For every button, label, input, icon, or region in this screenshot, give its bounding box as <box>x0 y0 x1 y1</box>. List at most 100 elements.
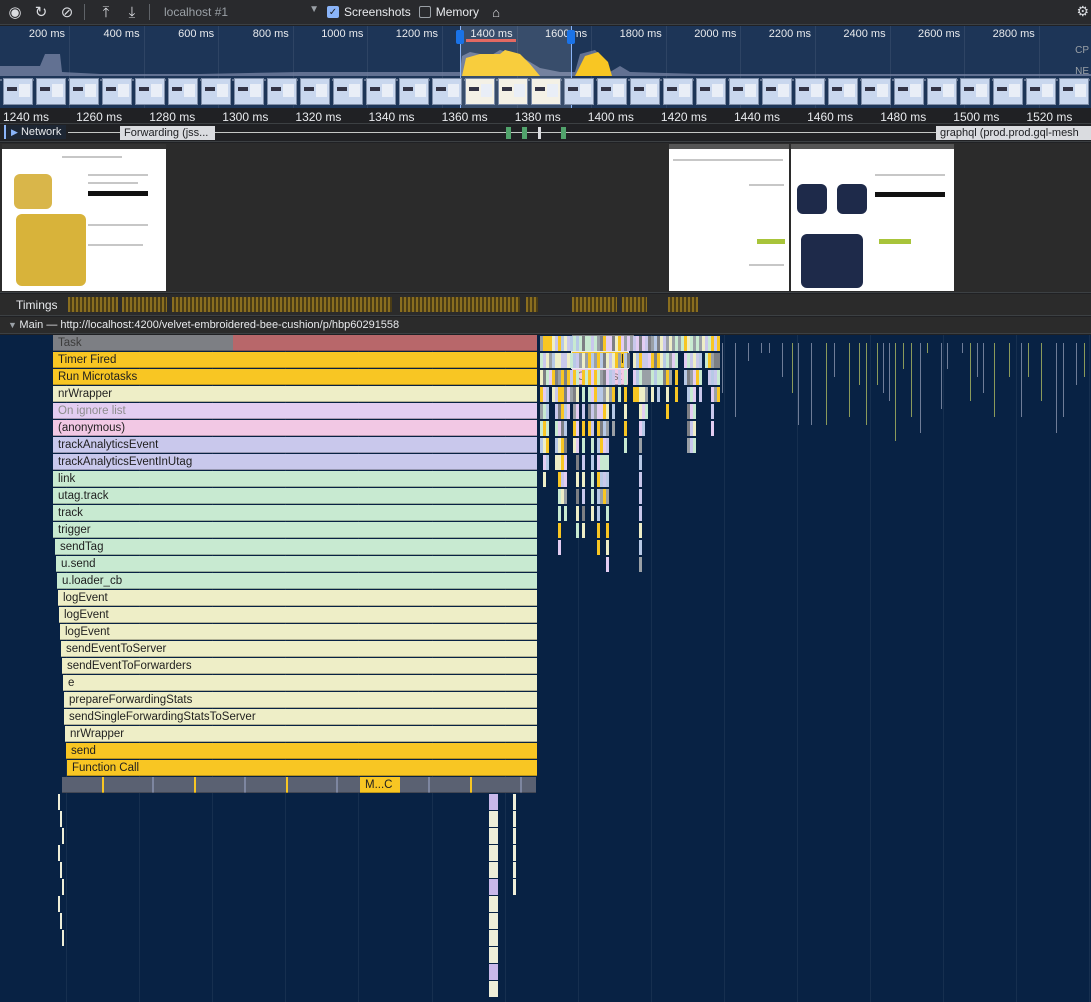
flame-slice[interactable] <box>699 353 702 368</box>
flame-slice[interactable] <box>558 506 561 521</box>
flame-slice[interactable] <box>624 387 627 402</box>
flame-slice[interactable] <box>606 506 609 521</box>
flame-slice[interactable] <box>606 523 609 538</box>
overview-thumbnail[interactable] <box>267 78 297 105</box>
network-request[interactable] <box>561 127 566 139</box>
overview-thumbnail[interactable] <box>531 78 561 105</box>
flame-slice[interactable] <box>606 557 609 572</box>
flame-slice[interactable] <box>513 862 516 878</box>
flame-slice[interactable] <box>591 455 594 470</box>
flame-slice[interactable] <box>591 506 594 521</box>
flame-slice[interactable] <box>735 343 736 417</box>
flame-frame[interactable]: track <box>53 505 537 521</box>
overview-thumbnail[interactable] <box>465 78 495 105</box>
record-icon[interactable]: ◉ <box>4 1 26 23</box>
flame-slice[interactable] <box>717 387 720 402</box>
flame-slice[interactable] <box>962 343 963 353</box>
flame-slice[interactable] <box>513 828 516 844</box>
flame-slice[interactable] <box>564 421 567 436</box>
flame-slice[interactable] <box>675 387 678 402</box>
flame-slice[interactable] <box>627 353 630 368</box>
flame-slice[interactable] <box>558 540 561 555</box>
flame-slice[interactable] <box>582 387 585 402</box>
flame-slice[interactable] <box>903 343 904 369</box>
flame-slice[interactable] <box>947 343 948 369</box>
network-request[interactable] <box>522 127 527 139</box>
timing-mark[interactable] <box>622 297 647 312</box>
flame-slice[interactable] <box>849 343 850 417</box>
overview-thumbnail[interactable] <box>366 78 396 105</box>
flame-frame[interactable]: Run Microtasks <box>53 369 537 385</box>
flame-slice[interactable] <box>639 472 642 487</box>
clear-icon[interactable]: ⊘ <box>56 1 78 23</box>
flame-slice[interactable] <box>911 343 912 417</box>
network-request-graphql[interactable]: graphql (prod.prod.gql-mesh <box>936 126 1091 140</box>
flame-slice[interactable] <box>699 387 702 402</box>
flame-slice[interactable] <box>1009 343 1010 377</box>
flame-slice[interactable] <box>711 404 714 419</box>
flame-chart[interactable]: Task Timer Fired Run Microtasks nrWrapper On… <box>0 335 1091 1002</box>
flame-slice[interactable] <box>769 343 770 353</box>
flame-slice[interactable] <box>58 845 60 861</box>
overview-thumbnail[interactable] <box>696 78 726 105</box>
flame-slice[interactable] <box>564 438 567 453</box>
flame-slice[interactable] <box>489 981 498 997</box>
overview-thumbnail[interactable] <box>1059 78 1089 105</box>
flame-slice[interactable] <box>62 930 64 946</box>
flame-slice[interactable] <box>546 438 549 453</box>
flame-slice[interactable] <box>834 343 835 377</box>
flame-slice[interactable] <box>606 455 609 470</box>
flame-slice[interactable] <box>624 370 627 385</box>
main-thread-header[interactable]: ▼ Main — http://localhost:4200/velvet-em… <box>0 317 1091 334</box>
flame-frame[interactable]: Timer Fired <box>53 352 537 368</box>
flame-slice[interactable] <box>624 421 627 436</box>
memory-checkbox[interactable]: Memory <box>418 5 479 19</box>
broom-icon[interactable]: ⌂ <box>485 1 507 23</box>
overview-thumbnail[interactable] <box>762 78 792 105</box>
flame-slice[interactable] <box>811 343 812 425</box>
flame-slice[interactable] <box>983 343 984 393</box>
flame-slice[interactable] <box>624 438 627 453</box>
flame-slice[interactable] <box>60 862 62 878</box>
flame-slice[interactable] <box>618 387 621 402</box>
flame-slice[interactable] <box>591 438 594 453</box>
network-request[interactable] <box>506 127 511 139</box>
overview-thumbnail[interactable] <box>630 78 660 105</box>
flame-slice[interactable] <box>941 343 942 409</box>
flame-slice[interactable] <box>651 387 654 402</box>
flame-slice[interactable] <box>606 421 609 436</box>
flame-slice[interactable] <box>699 370 702 385</box>
flame-slice[interactable] <box>576 455 579 470</box>
flame-frame[interactable]: On ignore list <box>53 403 537 419</box>
flame-slice[interactable] <box>618 353 621 368</box>
flame-slice[interactable] <box>877 343 878 385</box>
flame-slice[interactable] <box>977 343 978 377</box>
flame-slice[interactable] <box>606 404 609 419</box>
flame-slice[interactable] <box>597 523 600 538</box>
flame-slice[interactable] <box>546 404 549 419</box>
flame-frame[interactable]: u.loader_cb <box>57 573 537 589</box>
reload-icon[interactable]: ↻ <box>30 1 52 23</box>
flame-slice[interactable] <box>606 438 609 453</box>
overview-thumbnail[interactable] <box>333 78 363 105</box>
flame-slice[interactable] <box>639 523 642 538</box>
overview-thumbnail[interactable] <box>1026 78 1056 105</box>
overview-thumbnail[interactable] <box>729 78 759 105</box>
flame-slice[interactable] <box>564 455 567 470</box>
overview-thumbnail[interactable] <box>69 78 99 105</box>
flame-slice[interactable] <box>1084 343 1085 377</box>
upload-icon[interactable]: ⤒ <box>95 1 117 23</box>
flame-frame[interactable]: M...C <box>360 777 400 793</box>
network-track[interactable]: ▶ Network Forwarding (jss... graphql (pr… <box>0 124 1091 142</box>
flame-slice[interactable] <box>717 336 720 351</box>
timings-track[interactable]: Timings <box>0 294 1091 316</box>
flame-frame[interactable]: utag.track <box>53 488 537 504</box>
flame-slice[interactable] <box>693 421 696 436</box>
flame-slice[interactable] <box>711 421 714 436</box>
flame-slice[interactable] <box>612 421 615 436</box>
flame-slice[interactable] <box>618 370 621 385</box>
timing-mark[interactable] <box>172 297 392 312</box>
flame-slice[interactable] <box>582 421 585 436</box>
flame-frame[interactable]: sendSingleForwardingStatsToServer <box>64 709 537 725</box>
flame-slice[interactable] <box>639 557 642 572</box>
